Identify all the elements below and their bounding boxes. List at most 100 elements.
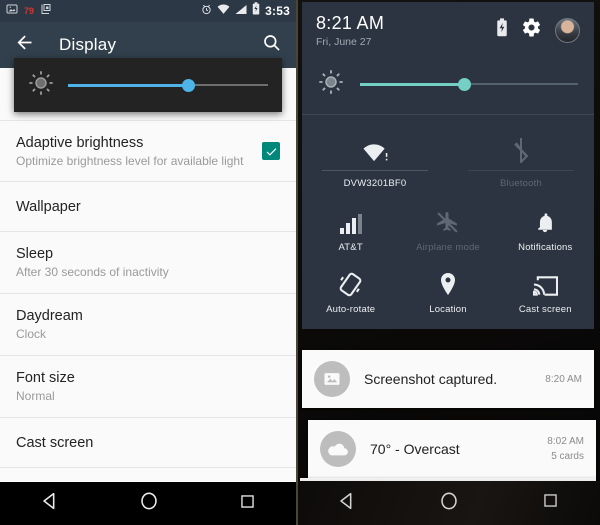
brightness-sun-icon	[28, 70, 54, 101]
quick-settings-tile-label: Bluetooth	[500, 178, 542, 189]
cell-signal-icon	[339, 209, 363, 235]
back-arrow-icon[interactable]	[14, 32, 35, 58]
settings-row-title: Sleep	[16, 246, 54, 262]
page-title: Display	[59, 35, 117, 54]
settings-row-subtitle: Normal	[16, 389, 55, 403]
airplane-off-icon	[435, 209, 460, 235]
quick-settings-screen: 8:21 AM Fri, June 27 DVW3201BF0 Bluetoot…	[296, 0, 600, 525]
notification-title: 70° - Overcast	[370, 441, 460, 457]
gear-icon[interactable]	[521, 17, 542, 43]
image-icon	[314, 361, 350, 397]
quick-settings-tile-label: Notifications	[518, 242, 573, 253]
quick-settings-tile-row: Auto-rotate Location Cast screen	[302, 261, 594, 323]
settings-row-subtitle: After 30 seconds of inactivity	[16, 265, 169, 279]
library-icon	[40, 2, 52, 20]
alarm-icon	[201, 2, 212, 20]
status-bar: 79 3:53	[0, 0, 296, 22]
signal-icon	[235, 2, 247, 20]
notification-shade: 8:21 AM Fri, June 27 DVW3201BF0 Bluetoot…	[302, 2, 594, 329]
quick-settings-tile[interactable]: Airplane mode	[399, 199, 496, 261]
notification-card[interactable]: Screenshot captured. 8:20 AM	[302, 350, 594, 408]
bluetooth-disabled-icon	[511, 137, 531, 163]
brightness-slider-left[interactable]	[68, 76, 268, 94]
quick-settings-tile-label: DVW3201BF0	[343, 178, 407, 189]
status-bar-left-icons: 79	[6, 2, 52, 20]
status-bar-clock: 3:53	[265, 4, 290, 18]
quick-settings-tile[interactable]: Notifications	[497, 199, 594, 261]
brightness-sun-icon	[318, 69, 344, 100]
quick-settings-time: 8:21 AM	[316, 12, 385, 33]
back-triangle-icon[interactable]	[39, 490, 61, 517]
panel-divider	[296, 0, 298, 525]
slider-thumb[interactable]	[181, 78, 195, 92]
quick-settings-tile-label: Cast screen	[518, 304, 572, 315]
quick-settings-tile-row: DVW3201BF0 Bluetooth	[302, 123, 594, 199]
home-circle-icon[interactable]	[438, 490, 460, 517]
settings-row-title: Daydream	[16, 308, 83, 324]
quick-settings-tile[interactable]: Cast screen	[497, 261, 594, 323]
wifi-icon	[362, 137, 389, 163]
settings-row[interactable]: Cast screen	[0, 418, 296, 468]
tile-underline	[468, 170, 574, 171]
navigation-bar-left	[0, 481, 296, 525]
quick-settings-tile[interactable]: DVW3201BF0	[302, 123, 448, 199]
notification-meta: 8:20 AM	[545, 373, 582, 385]
notification-title: Screenshot captured.	[364, 371, 498, 387]
navigation-bar-right	[296, 481, 600, 525]
settings-row-subtitle: Optimize brightness level for available …	[16, 153, 244, 168]
settings-row-title: Wallpaper	[16, 198, 81, 215]
settings-row[interactable]: Adaptive brightness Optimize brightness l…	[0, 120, 296, 182]
cast-screen-icon	[532, 271, 558, 297]
settings-row[interactable]: Daydream Clock	[0, 294, 296, 356]
home-circle-icon[interactable]	[138, 490, 160, 517]
cloud-icon	[320, 431, 356, 467]
settings-row-title: Adaptive brightness	[16, 134, 144, 151]
quick-settings-tile[interactable]: Auto-rotate	[302, 261, 399, 323]
battery-charging-icon[interactable]	[496, 18, 508, 42]
settings-row-title: Font size	[16, 370, 75, 386]
photo-count-badge: 79	[24, 5, 35, 16]
slider-fill	[68, 83, 188, 87]
image-icon	[6, 2, 18, 20]
recents-square-icon[interactable]	[541, 491, 560, 515]
status-bar-right-icons: 3:53	[201, 2, 290, 20]
settings-row-subtitle: Clock	[16, 327, 47, 341]
notification-meta: 8:02 AM 5 cards	[547, 436, 584, 462]
location-pin-icon	[438, 271, 458, 297]
quick-settings-header: 8:21 AM Fri, June 27	[302, 2, 594, 58]
search-icon[interactable]	[262, 33, 282, 58]
notification-list: Screenshot captured. 8:20 AM 70° - Overcas…	[300, 350, 596, 489]
quick-settings-clock-block: 8:21 AM Fri, June 27	[316, 13, 384, 48]
quick-settings-tile[interactable]: Bluetooth	[448, 123, 594, 199]
battery-charging-icon	[252, 2, 260, 20]
bell-icon	[534, 209, 556, 235]
auto-rotate-icon	[338, 271, 363, 297]
quick-settings-tile[interactable]: Location	[399, 261, 496, 323]
quick-settings-tile-label: AT&T	[338, 242, 363, 253]
quick-settings-header-actions	[496, 17, 580, 43]
screenshot-stage: 79 3:53 Display Adaptive brightness Opti…	[0, 0, 600, 525]
quick-settings-tile-label: Airplane mode	[416, 242, 480, 253]
display-settings-list: Adaptive brightness Optimize brightness l…	[0, 120, 296, 468]
shade-divider	[302, 114, 594, 115]
brightness-overlay-panel	[14, 58, 282, 112]
tile-underline	[322, 170, 428, 171]
settings-row[interactable]: Sleep After 30 seconds of inactivity	[0, 232, 296, 294]
avatar[interactable]	[555, 17, 580, 43]
settings-row-title: Cast screen	[16, 434, 94, 451]
display-settings-screen: 79 3:53 Display Adaptive brightness Opti…	[0, 0, 296, 525]
quick-settings-date: Fri, June 27	[316, 35, 372, 48]
quick-settings-tile-label: Location	[429, 304, 467, 315]
back-triangle-icon[interactable]	[336, 490, 358, 517]
adaptive-brightness-checkbox[interactable]	[262, 142, 280, 160]
brightness-slider-right[interactable]	[360, 75, 578, 93]
slider-thumb[interactable]	[458, 77, 472, 91]
settings-row[interactable]: Font size Normal	[0, 356, 296, 418]
quick-settings-tile[interactable]: AT&T	[302, 199, 399, 261]
recents-square-icon[interactable]	[238, 492, 257, 516]
settings-row[interactable]: Wallpaper	[0, 182, 296, 232]
notification-card[interactable]: 70° - Overcast 8:02 AM 5 cards	[308, 420, 596, 478]
quick-settings-brightness	[312, 60, 584, 108]
quick-settings-tile-label: Auto-rotate	[326, 304, 376, 315]
quick-settings-tile-row: AT&T Airplane mode Notifications	[302, 199, 594, 261]
